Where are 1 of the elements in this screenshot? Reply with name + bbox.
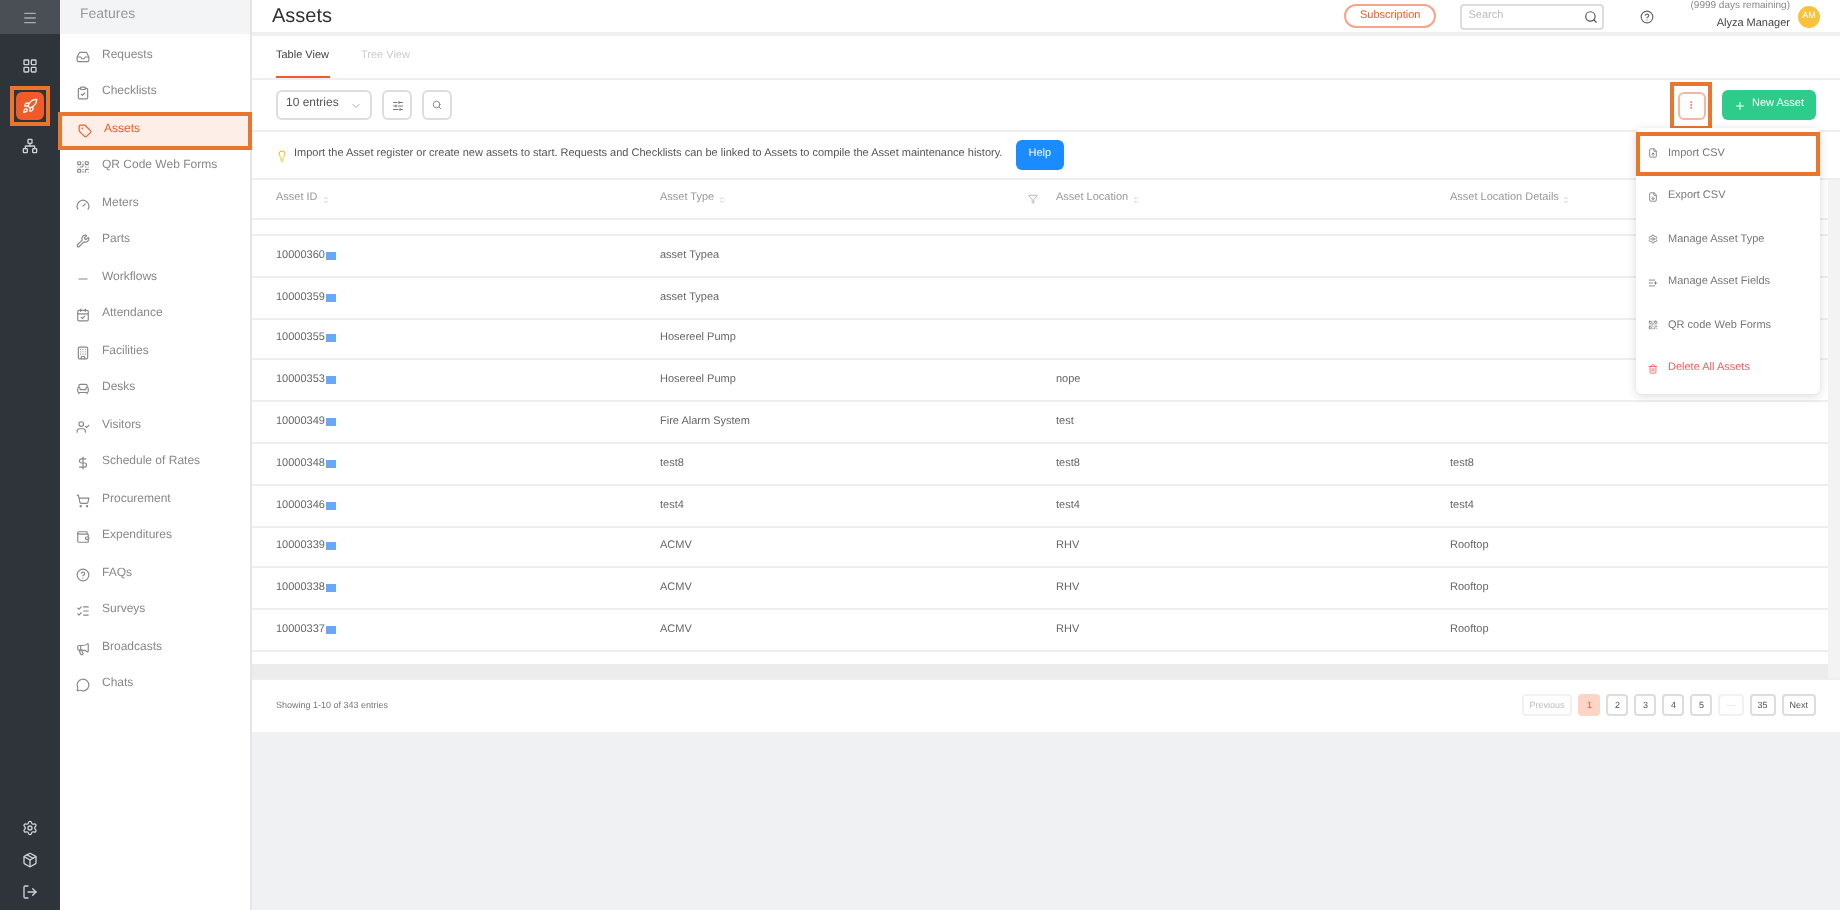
page-title: Assets — [272, 3, 333, 31]
